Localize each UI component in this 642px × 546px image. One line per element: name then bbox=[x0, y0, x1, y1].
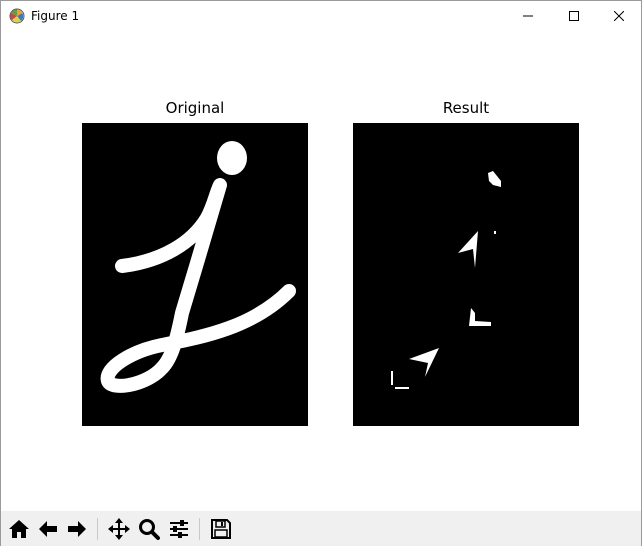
close-button[interactable] bbox=[596, 1, 642, 31]
window-title: Figure 1 bbox=[31, 9, 80, 23]
arrow-right-icon bbox=[68, 521, 86, 537]
title-bar[interactable]: Figure 1 bbox=[1, 1, 641, 31]
magnifier-icon bbox=[139, 519, 160, 540]
back-button[interactable] bbox=[34, 515, 62, 543]
matplotlib-icon bbox=[9, 8, 25, 24]
axes-title-original: Original bbox=[165, 99, 225, 117]
move-icon bbox=[108, 518, 130, 540]
image-result bbox=[353, 123, 579, 426]
minimize-icon bbox=[523, 15, 533, 17]
minimize-button[interactable] bbox=[505, 1, 551, 31]
forward-button[interactable] bbox=[63, 515, 91, 543]
arrow-left-icon bbox=[39, 521, 57, 537]
maximize-button[interactable] bbox=[551, 1, 597, 31]
figure-canvas[interactable]: Original Result bbox=[1, 31, 641, 511]
maximize-icon bbox=[569, 11, 579, 21]
axes-title-result: Result bbox=[442, 99, 490, 117]
figure-window: Figure 1 Original Result bbox=[0, 0, 642, 546]
configure-subplots-button[interactable] bbox=[165, 515, 193, 543]
save-button[interactable] bbox=[207, 515, 235, 543]
zoom-button[interactable] bbox=[135, 515, 163, 543]
floppy-disk-icon bbox=[211, 519, 231, 539]
close-icon bbox=[614, 11, 624, 21]
home-button[interactable] bbox=[5, 515, 33, 543]
result-image bbox=[391, 171, 501, 389]
cursive-j-image bbox=[100, 141, 296, 393]
pan-button[interactable] bbox=[105, 515, 133, 543]
navigation-toolbar bbox=[1, 511, 641, 546]
image-original bbox=[82, 123, 308, 426]
sliders-icon bbox=[170, 520, 188, 538]
toolbar-separator bbox=[199, 518, 200, 540]
home-icon bbox=[9, 520, 29, 538]
toolbar-separator bbox=[97, 518, 98, 540]
